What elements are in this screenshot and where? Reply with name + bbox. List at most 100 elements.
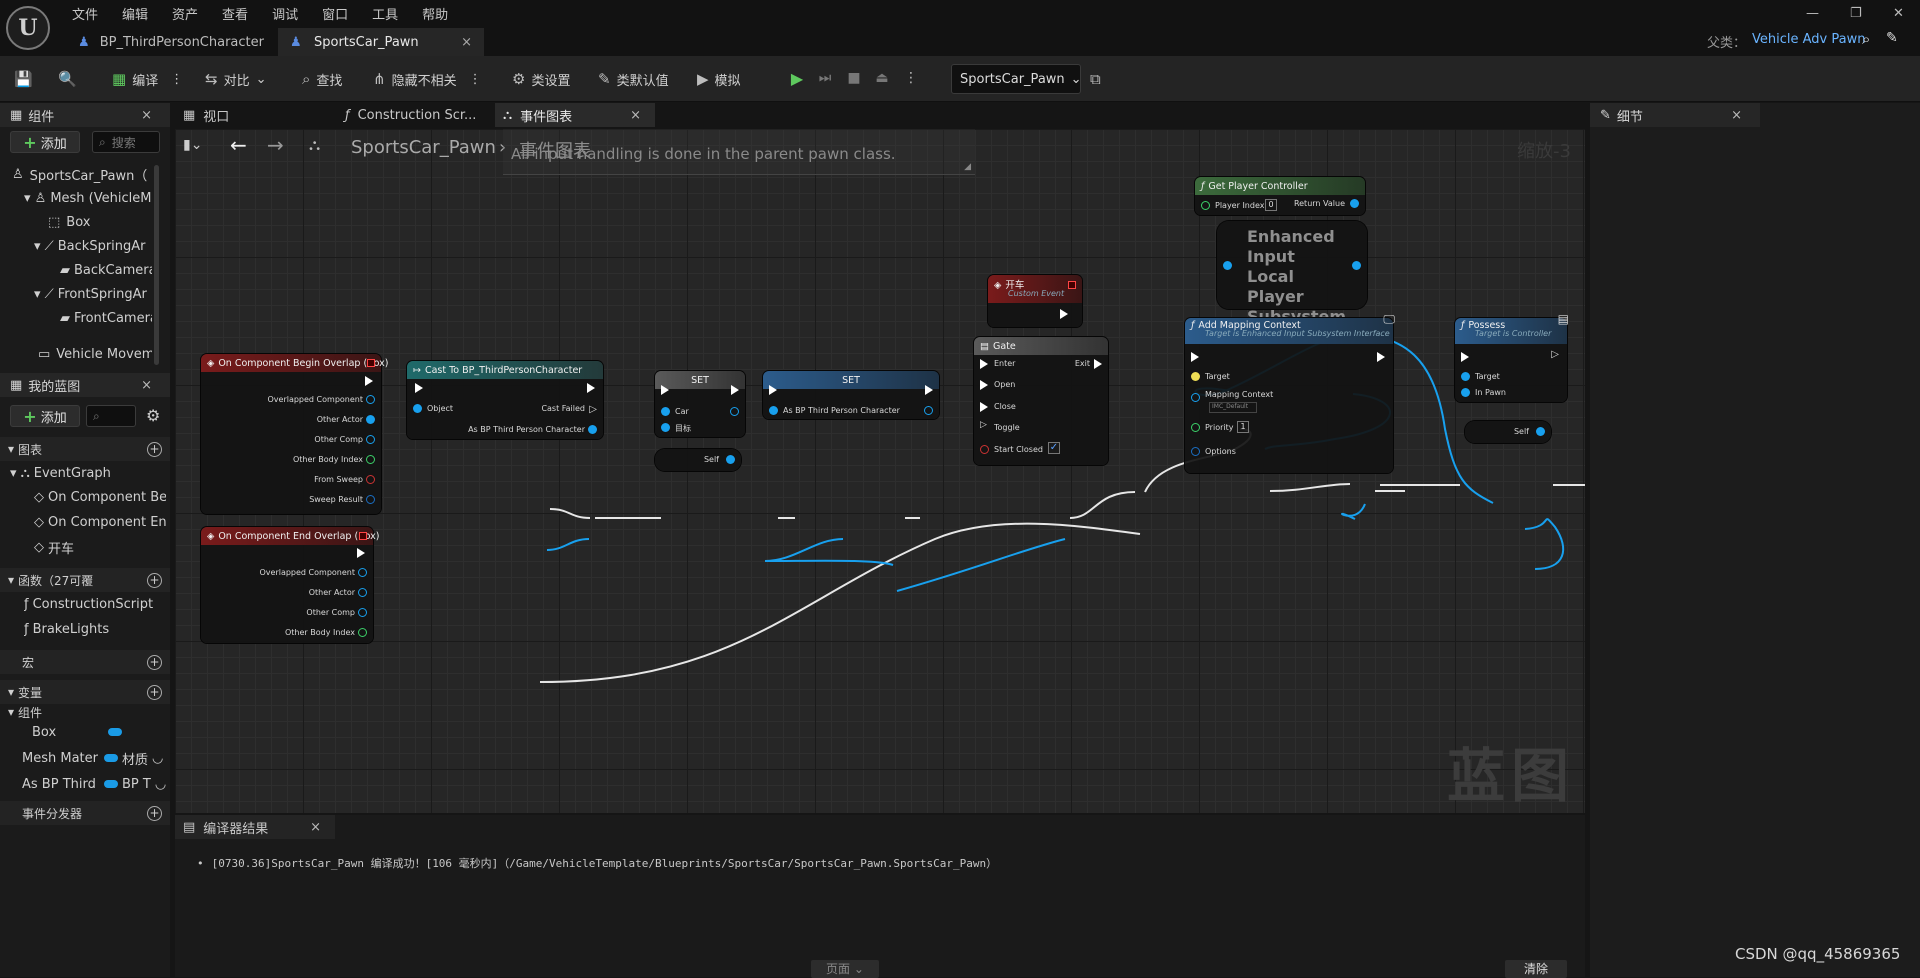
add-member-button[interactable]: + 添加 — [10, 405, 80, 427]
simulate-button[interactable]: ▶ 模拟 — [697, 68, 741, 90]
delegate-pin-icon[interactable] — [359, 532, 367, 540]
variable-as-bp-third[interactable]: As BP Third BP T ◡ — [22, 773, 168, 795]
event-item-end-overlap[interactable]: ◇On Component End ( — [34, 511, 166, 533]
component-vehicle-movement[interactable]: ▭ Vehicle Moveme — [38, 343, 152, 365]
advance-frame-icon[interactable]: ⏭ — [814, 67, 836, 89]
debug-filter-icon[interactable]: ⧉ — [1090, 68, 1107, 90]
pin-mapping-context[interactable] — [1191, 393, 1200, 402]
pin-as-character-out[interactable] — [924, 406, 933, 415]
components-search-input[interactable]: ⌕ 搜索 — [92, 131, 160, 153]
variable-box[interactable]: Box — [32, 721, 168, 743]
event-graph-item[interactable]: ▾ ⛬ EventGraph — [10, 462, 160, 484]
exec-in-pin[interactable] — [769, 385, 777, 395]
pin-as-character[interactable] — [588, 425, 597, 434]
pin-return-value[interactable] — [1350, 199, 1359, 208]
bookmark-icon[interactable]: ▮⌄ — [183, 137, 202, 153]
tab-compiler-results[interactable]: ▤ 编译器结果 × — [175, 815, 335, 839]
search-icon[interactable]: ⌕ — [1862, 30, 1870, 48]
breadcrumb-blueprint[interactable]: SportsCar_Pawn — [351, 137, 496, 158]
compile-button[interactable]: ▦ 编译 ⋮ — [112, 68, 183, 90]
pin-overlapped-component[interactable] — [366, 395, 375, 404]
node-begin-overlap[interactable]: ◈ On Component Begin Overlap (Box) Overla… — [201, 354, 389, 514]
gear-icon[interactable]: ⚙ — [146, 406, 160, 425]
pin-car[interactable] — [661, 407, 670, 416]
exec-in-pin[interactable] — [1191, 352, 1199, 362]
priority-input[interactable]: 1 — [1237, 421, 1249, 433]
node-custom-event-drive[interactable]: ◈ 开车 Custom Event — [988, 275, 1082, 327]
event-item-begin-overlap[interactable]: ◇ On Component Begi — [34, 486, 166, 508]
exec-out-pin[interactable] — [925, 385, 933, 395]
add-graph-icon[interactable]: + — [147, 441, 162, 457]
save-icon[interactable]: 💾 — [14, 68, 39, 90]
player-index-input[interactable]: 0 — [1265, 199, 1277, 211]
more-icon[interactable]: ⋮ — [900, 67, 922, 89]
class-settings-button[interactable]: ⚙ 类设置 — [512, 68, 570, 90]
exec-close-pin[interactable] — [980, 402, 988, 412]
mybp-search-input[interactable]: ⌕ — [86, 405, 136, 427]
pin-start-closed[interactable] — [980, 445, 989, 454]
exec-in-pin[interactable] — [661, 385, 669, 395]
pin-target[interactable] — [661, 423, 670, 432]
node-set-car[interactable]: SET Car 目标 — [655, 371, 745, 437]
exec-out-pin[interactable] — [1060, 309, 1068, 319]
pin-options[interactable] — [1191, 447, 1200, 456]
menu-help[interactable]: 帮助 — [410, 2, 460, 25]
component-front-camera[interactable]: ▰ FrontCamera — [60, 307, 152, 329]
close-icon[interactable]: × — [1731, 108, 1742, 123]
menu-view[interactable]: 查看 — [210, 2, 260, 25]
page-select[interactable]: 页面 ⌄ — [811, 960, 879, 978]
pin-target[interactable] — [1461, 372, 1470, 381]
start-closed-checkbox[interactable]: ✓ — [1048, 442, 1060, 454]
pin-other-body-index[interactable] — [358, 628, 367, 637]
find-button[interactable]: ⌕ 查找 — [302, 68, 342, 90]
mapping-context-select[interactable]: IMC_Default — [1209, 402, 1257, 413]
event-graph-canvas[interactable]: ▮⌄ ← → ⛬ SportsCar_Pawn › 事件图表 缩放-3 All … — [175, 129, 1585, 813]
hide-unrelated-button[interactable]: ⋔ 隐藏不相关 ⋮ — [373, 68, 482, 90]
pin-other-comp[interactable] — [366, 435, 375, 444]
component-mesh[interactable]: ▾ ♙ Mesh (VehicleM — [24, 187, 152, 209]
tab-viewport[interactable]: ▦ 视口 — [175, 103, 335, 127]
exec-out-pin[interactable] — [731, 385, 739, 395]
component-root[interactable]: ♙ SportsCar_Pawn（ — [12, 163, 152, 185]
section-functions[interactable]: ▾ 函数（27可覆 + — [0, 568, 170, 592]
node-gate[interactable]: ▤ Gate Enter Exit Open Close ▷ Toggle Star… — [974, 337, 1108, 465]
pin-player-index[interactable] — [1201, 201, 1210, 210]
variable-mesh-material[interactable]: Mesh Mater 材质 ◡ — [22, 747, 168, 769]
tab-event-graph[interactable]: ⛬ 事件图表 × — [495, 103, 655, 127]
diff-button[interactable]: ⇆ 对比 ⌄ — [205, 68, 267, 90]
tab-construction-script[interactable]: ƒ Construction Scr... — [337, 103, 493, 127]
edit-parent-icon[interactable]: ✎ — [1886, 30, 1898, 46]
function-item-construction-script[interactable]: ƒ ConstructionScript — [24, 593, 164, 615]
component-back-spring-arm[interactable]: ▾ ⟋ BackSpringAr — [34, 235, 152, 257]
eject-icon[interactable]: ⏏ — [871, 67, 893, 89]
node-enhanced-input-subsystem[interactable]: Enhanced Input Local Player Subsystem — [1217, 221, 1367, 326]
menu-debug[interactable]: 调试 — [260, 2, 310, 25]
menu-asset[interactable]: 资产 — [160, 2, 210, 25]
pin-output[interactable] — [1352, 261, 1361, 270]
pin-other-body-index[interactable] — [366, 455, 375, 464]
close-icon[interactable]: × — [310, 820, 321, 835]
node-set-character[interactable]: SET As BP Third Person Character — [763, 371, 939, 419]
exec-out-pin[interactable] — [587, 383, 595, 393]
menu-file[interactable]: 文件 — [60, 2, 110, 25]
exec-out-pin[interactable] — [1377, 352, 1385, 362]
pin-object[interactable] — [413, 404, 422, 413]
pin-input[interactable] — [1223, 261, 1232, 270]
pin-target[interactable] — [1191, 372, 1200, 381]
pin-self[interactable] — [726, 455, 735, 464]
exec-in-pin[interactable] — [415, 383, 423, 393]
section-event-dispatchers[interactable]: 事件分发器 + — [0, 801, 170, 825]
back-icon[interactable]: ← — [230, 133, 247, 157]
browse-icon[interactable]: 🔍 — [58, 68, 83, 90]
pin-overlapped-component[interactable] — [358, 568, 367, 577]
close-tab-icon[interactable]: × — [461, 35, 472, 50]
add-macro-icon[interactable]: + — [147, 654, 162, 670]
exec-toggle-pin[interactable]: ▷ — [980, 420, 987, 430]
pin-car-out[interactable] — [730, 407, 739, 416]
section-macros[interactable]: 宏 + — [0, 650, 170, 674]
exec-open-pin[interactable] — [980, 380, 988, 390]
exec-out-pin[interactable] — [357, 548, 365, 558]
pin-other-actor[interactable] — [358, 588, 367, 597]
add-variable-icon[interactable]: + — [147, 684, 162, 700]
class-defaults-button[interactable]: ✎ 类默认值 — [598, 68, 669, 90]
